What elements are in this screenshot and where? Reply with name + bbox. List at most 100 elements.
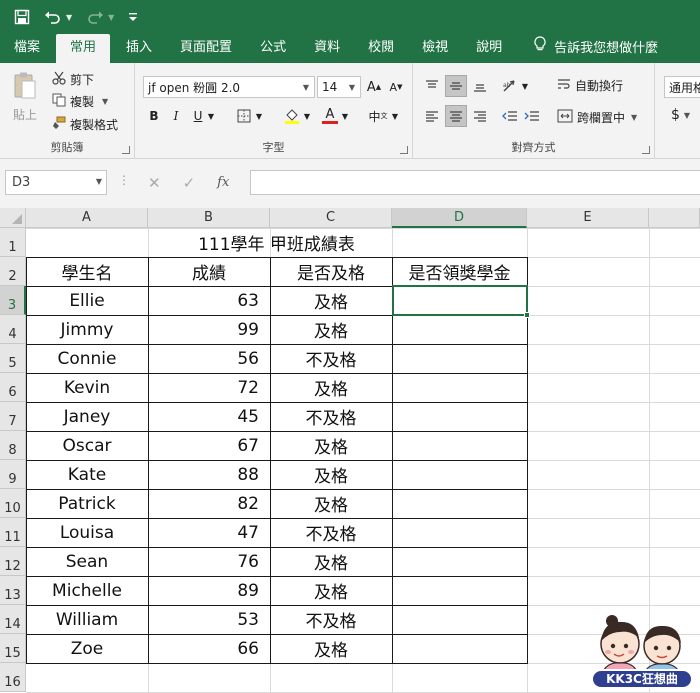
row-header-1[interactable]: 1 — [0, 228, 26, 257]
table-cell-scholarship[interactable] — [392, 373, 527, 402]
table-cell-scholarship[interactable] — [392, 576, 527, 605]
table-cell-scholarship[interactable] — [392, 431, 527, 460]
table-cell-scholarship[interactable] — [392, 547, 527, 576]
sheet-title[interactable]: 111學年 甲班成績表 — [26, 228, 527, 257]
table-cell-scholarship[interactable] — [392, 344, 527, 373]
fill-color-dropdown-icon[interactable]: ▼ — [301, 105, 313, 127]
borders-dropdown-icon[interactable]: ▼ — [253, 105, 265, 127]
table-cell-score[interactable]: 82 — [148, 489, 270, 518]
row-header-7[interactable]: 7 — [0, 402, 26, 431]
borders-icon[interactable] — [233, 105, 255, 127]
select-all-button[interactable] — [0, 208, 26, 228]
table-header-cell[interactable]: 是否及格 — [270, 257, 392, 286]
tab-review[interactable]: 校閱 — [354, 34, 408, 63]
font-name-select[interactable]: jf open 粉圓 2.0 ▼ — [143, 76, 315, 98]
table-cell-score[interactable]: 72 — [148, 373, 270, 402]
row-header-9[interactable]: 9 — [0, 460, 26, 489]
table-cell-pass[interactable]: 不及格 — [270, 344, 392, 373]
table-cell-pass[interactable]: 及格 — [270, 286, 392, 315]
currency-button[interactable]: $ ▼ — [671, 107, 690, 123]
table-cell-score[interactable]: 47 — [148, 518, 270, 547]
active-cell-selection[interactable] — [392, 285, 530, 318]
column-header-e[interactable]: E — [527, 208, 649, 228]
table-cell-score[interactable]: 88 — [148, 460, 270, 489]
table-cell-pass[interactable]: 及格 — [270, 547, 392, 576]
row-header-11[interactable]: 11 — [0, 518, 26, 547]
insert-function-icon[interactable]: fx — [217, 175, 229, 190]
font-color-icon[interactable]: A — [319, 105, 341, 127]
table-cell-scholarship[interactable] — [392, 315, 527, 344]
table-cell-score[interactable]: 53 — [148, 605, 270, 634]
table-cell-name[interactable]: Oscar — [26, 431, 148, 460]
cancel-icon[interactable]: ✕ — [148, 174, 161, 192]
table-cell-name[interactable]: William — [26, 605, 148, 634]
table-cell-score[interactable]: 67 — [148, 431, 270, 460]
orientation-dropdown-icon[interactable]: ▼ — [519, 75, 531, 97]
merge-dropdown-icon[interactable]: ▼ — [631, 113, 637, 122]
tab-data[interactable]: 資料 — [300, 34, 354, 63]
row-header-13[interactable]: 13 — [0, 576, 26, 605]
row-header-12[interactable]: 12 — [0, 547, 26, 576]
table-cell-pass[interactable]: 不及格 — [270, 518, 392, 547]
table-header-cell[interactable]: 是否領獎學金 — [392, 257, 527, 286]
wrap-text-button[interactable]: 自動換行 — [557, 77, 623, 94]
table-cell-score[interactable]: 89 — [148, 576, 270, 605]
table-cell-score[interactable]: 63 — [148, 286, 270, 315]
table-cell-name[interactable]: Patrick — [26, 489, 148, 518]
column-header-b[interactable]: B — [148, 208, 270, 228]
tab-file[interactable]: 檔案 — [0, 34, 54, 63]
currency-dropdown-icon[interactable]: ▼ — [684, 111, 690, 120]
table-cell-name[interactable]: Louisa — [26, 518, 148, 547]
table-cell-pass[interactable]: 及格 — [270, 634, 392, 663]
table-cell-scholarship[interactable] — [392, 605, 527, 634]
tab-home[interactable]: 常用 — [56, 34, 111, 63]
align-left-icon[interactable] — [421, 105, 443, 127]
decrease-font-size-icon[interactable]: A ▼ — [385, 76, 407, 98]
table-cell-scholarship[interactable] — [392, 634, 527, 663]
table-header-cell[interactable]: 學生名 — [26, 257, 148, 286]
tab-help[interactable]: 說明 — [462, 34, 516, 63]
increase-font-size-icon[interactable]: A ▲ — [363, 76, 385, 98]
underline-dropdown-icon[interactable]: ▼ — [205, 105, 217, 127]
align-top-icon[interactable] — [421, 75, 443, 97]
table-cell-name[interactable]: Connie — [26, 344, 148, 373]
table-cell-scholarship[interactable] — [392, 489, 527, 518]
undo-dropdown-icon[interactable]: ▼ — [66, 13, 72, 22]
font-color-dropdown-icon[interactable]: ▼ — [339, 105, 351, 127]
customize-qat-icon[interactable] — [128, 7, 138, 27]
tell-me-box[interactable]: 告訴我您想做什麼 — [516, 34, 672, 63]
row-header-5[interactable]: 5 — [0, 344, 26, 373]
name-box[interactable]: D3 ▼ — [5, 170, 107, 195]
format-painter-button[interactable]: 複製格式 — [52, 116, 118, 133]
table-cell-score[interactable]: 45 — [148, 402, 270, 431]
table-cell-scholarship[interactable] — [392, 402, 527, 431]
enter-icon[interactable]: ✓ — [183, 174, 196, 192]
row-header-4[interactable]: 4 — [0, 315, 26, 344]
table-cell-name[interactable]: Jimmy — [26, 315, 148, 344]
table-cell-score[interactable]: 99 — [148, 315, 270, 344]
formula-input[interactable] — [250, 170, 700, 195]
row-header-14[interactable]: 14 — [0, 605, 26, 634]
font-dialog-launcher-icon[interactable] — [400, 146, 408, 154]
table-cell-pass[interactable]: 及格 — [270, 431, 392, 460]
row-header-10[interactable]: 10 — [0, 489, 26, 518]
alignment-dialog-launcher-icon[interactable] — [642, 146, 650, 154]
copy-dropdown-icon[interactable]: ▼ — [102, 97, 108, 106]
column-header-d[interactable]: D — [392, 208, 527, 228]
table-cell-score[interactable]: 56 — [148, 344, 270, 373]
row-header-8[interactable]: 8 — [0, 431, 26, 460]
decrease-indent-icon[interactable] — [499, 105, 521, 127]
paste-button[interactable]: 貼上 — [12, 71, 38, 123]
italic-button[interactable]: I — [165, 105, 187, 127]
redo-icon[interactable] — [86, 7, 104, 27]
formula-bar-grip-icon[interactable]: ⋮ — [118, 173, 130, 187]
table-cell-name[interactable]: Janey — [26, 402, 148, 431]
table-cell-pass[interactable]: 及格 — [270, 576, 392, 605]
tab-page-layout[interactable]: 頁面配置 — [166, 34, 246, 63]
row-header-15[interactable]: 15 — [0, 634, 26, 663]
phonetic-dropdown-icon[interactable]: ▼ — [389, 105, 401, 127]
copy-button[interactable]: 複製 ▼ — [52, 93, 108, 110]
align-middle-icon[interactable] — [445, 75, 467, 97]
phonetic-guide-icon[interactable]: 中文 — [367, 105, 389, 127]
font-size-select[interactable]: 14 ▼ — [317, 76, 361, 98]
